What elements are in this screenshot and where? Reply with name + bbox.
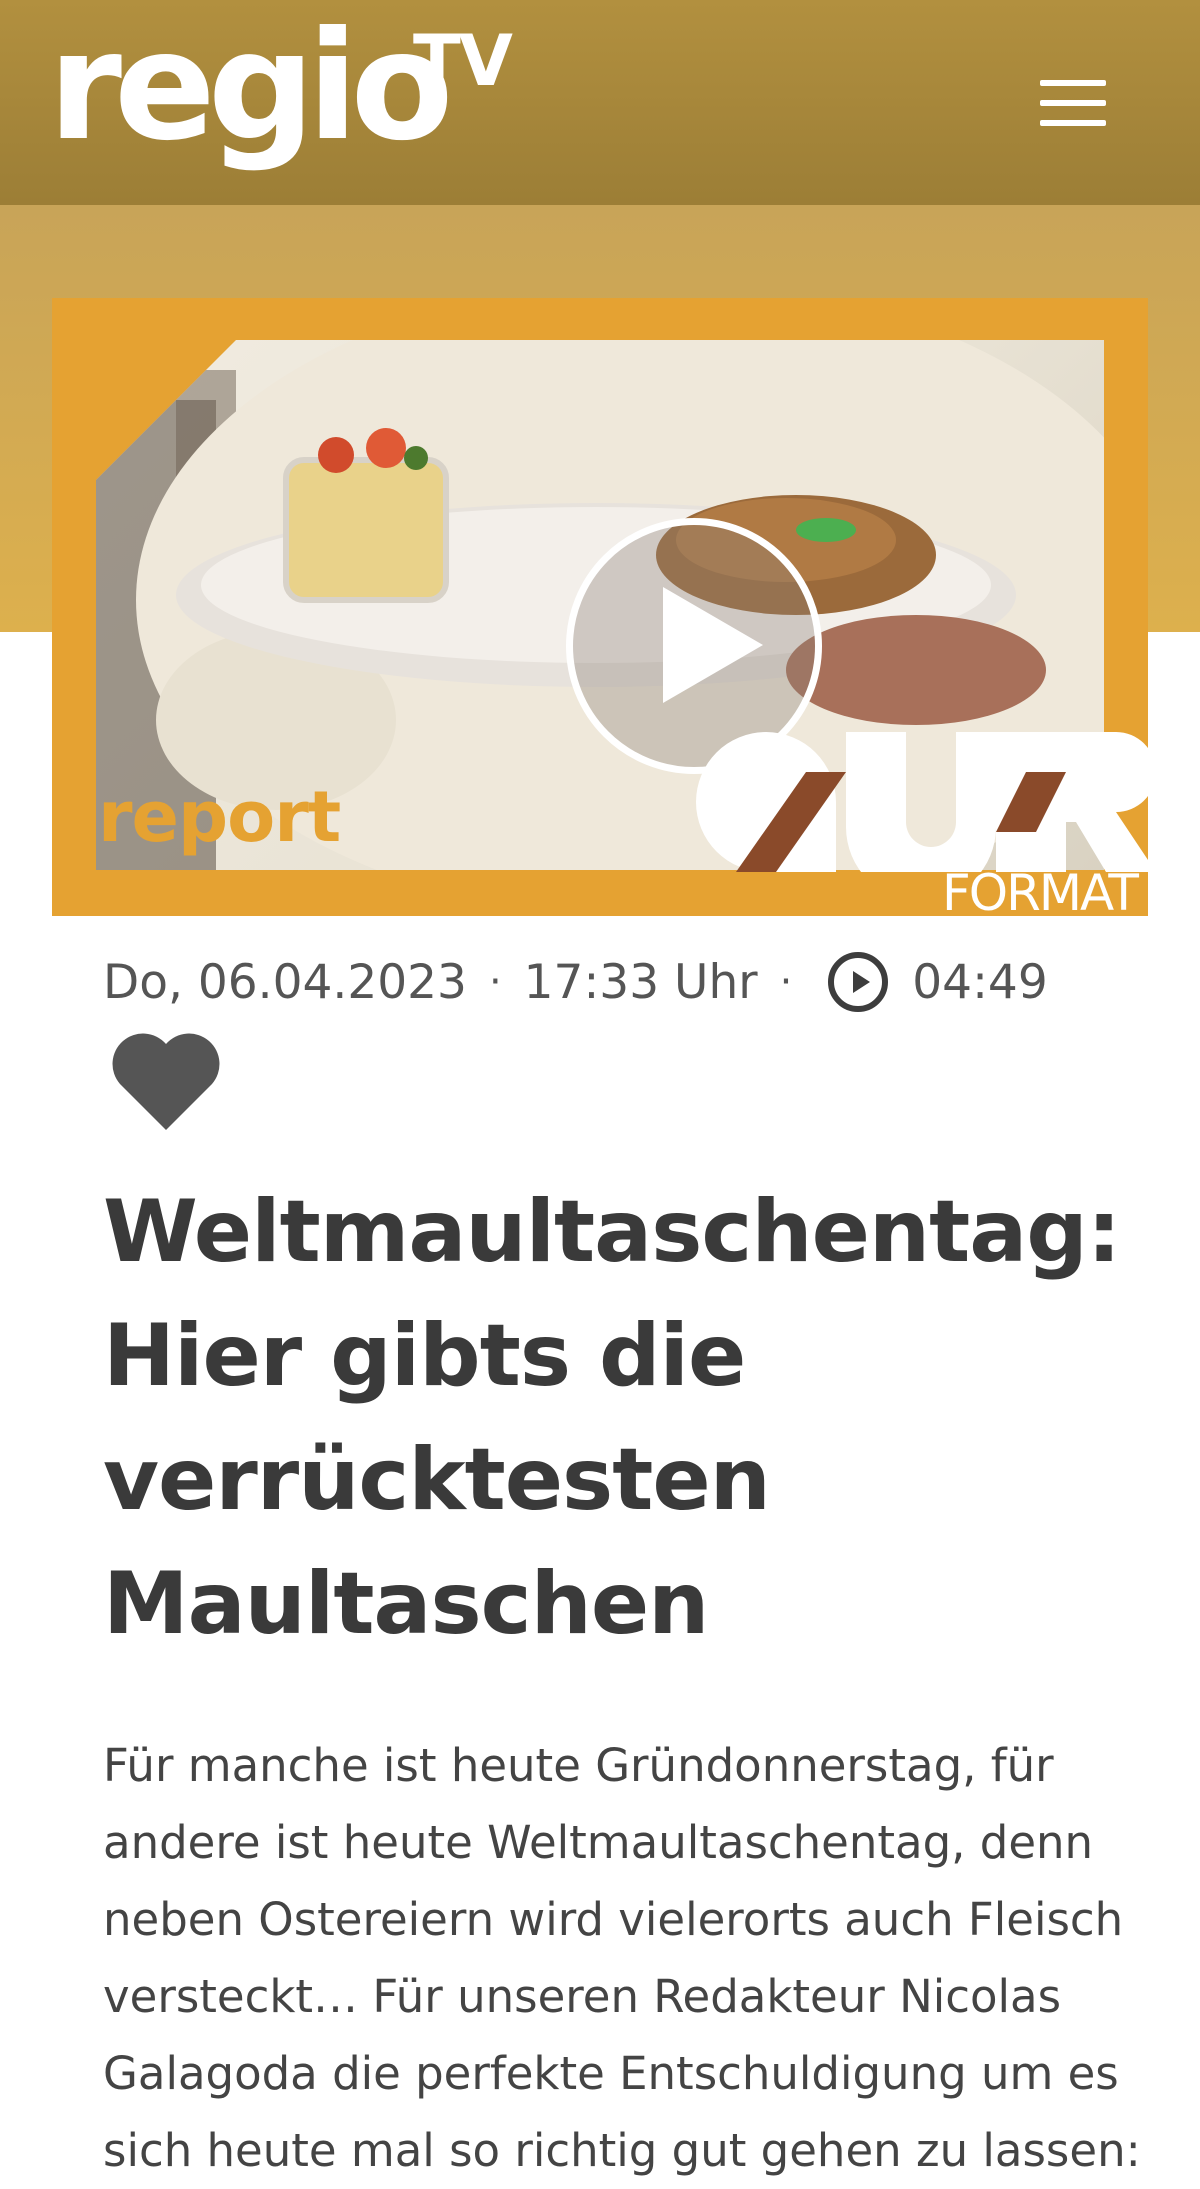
- logo-wordmark: regio: [48, 0, 454, 174]
- format-label: FORMAT: [942, 864, 1139, 922]
- play-icon: [663, 587, 763, 703]
- report-label: report: [98, 776, 341, 858]
- article-title: Weltmaultaschentag: Hier gibts die verrü…: [103, 1182, 1121, 1654]
- article-meta: Do, 06.04.2023 · 17:33 Uhr · 04:49: [103, 952, 1048, 1012]
- menu-bar: [1040, 120, 1106, 126]
- menu-icon[interactable]: [1040, 80, 1106, 126]
- separator-dot: ·: [488, 959, 502, 1005]
- logo-superscript: TV: [413, 20, 513, 102]
- menu-bar: [1040, 100, 1106, 106]
- page: regio TV report FORMAT Do, 06.04.2023 · …: [0, 0, 1200, 2189]
- article-body: Für manche ist heute Gründonnerstag, für…: [103, 1739, 1141, 2177]
- clock-play-icon: [828, 952, 889, 1012]
- video-duration: 04:49: [912, 954, 1048, 1010]
- heart-icon[interactable]: [110, 1032, 222, 1132]
- menu-bar: [1040, 80, 1106, 86]
- separator-dot: ·: [779, 959, 793, 1005]
- site-header: regio TV: [0, 0, 1200, 205]
- querformat-logo: [696, 732, 1156, 872]
- regiotv-logo[interactable]: regio TV: [48, 0, 513, 174]
- publish-date: Do, 06.04.2023: [103, 954, 467, 1010]
- publish-time: 17:33 Uhr: [523, 954, 758, 1010]
